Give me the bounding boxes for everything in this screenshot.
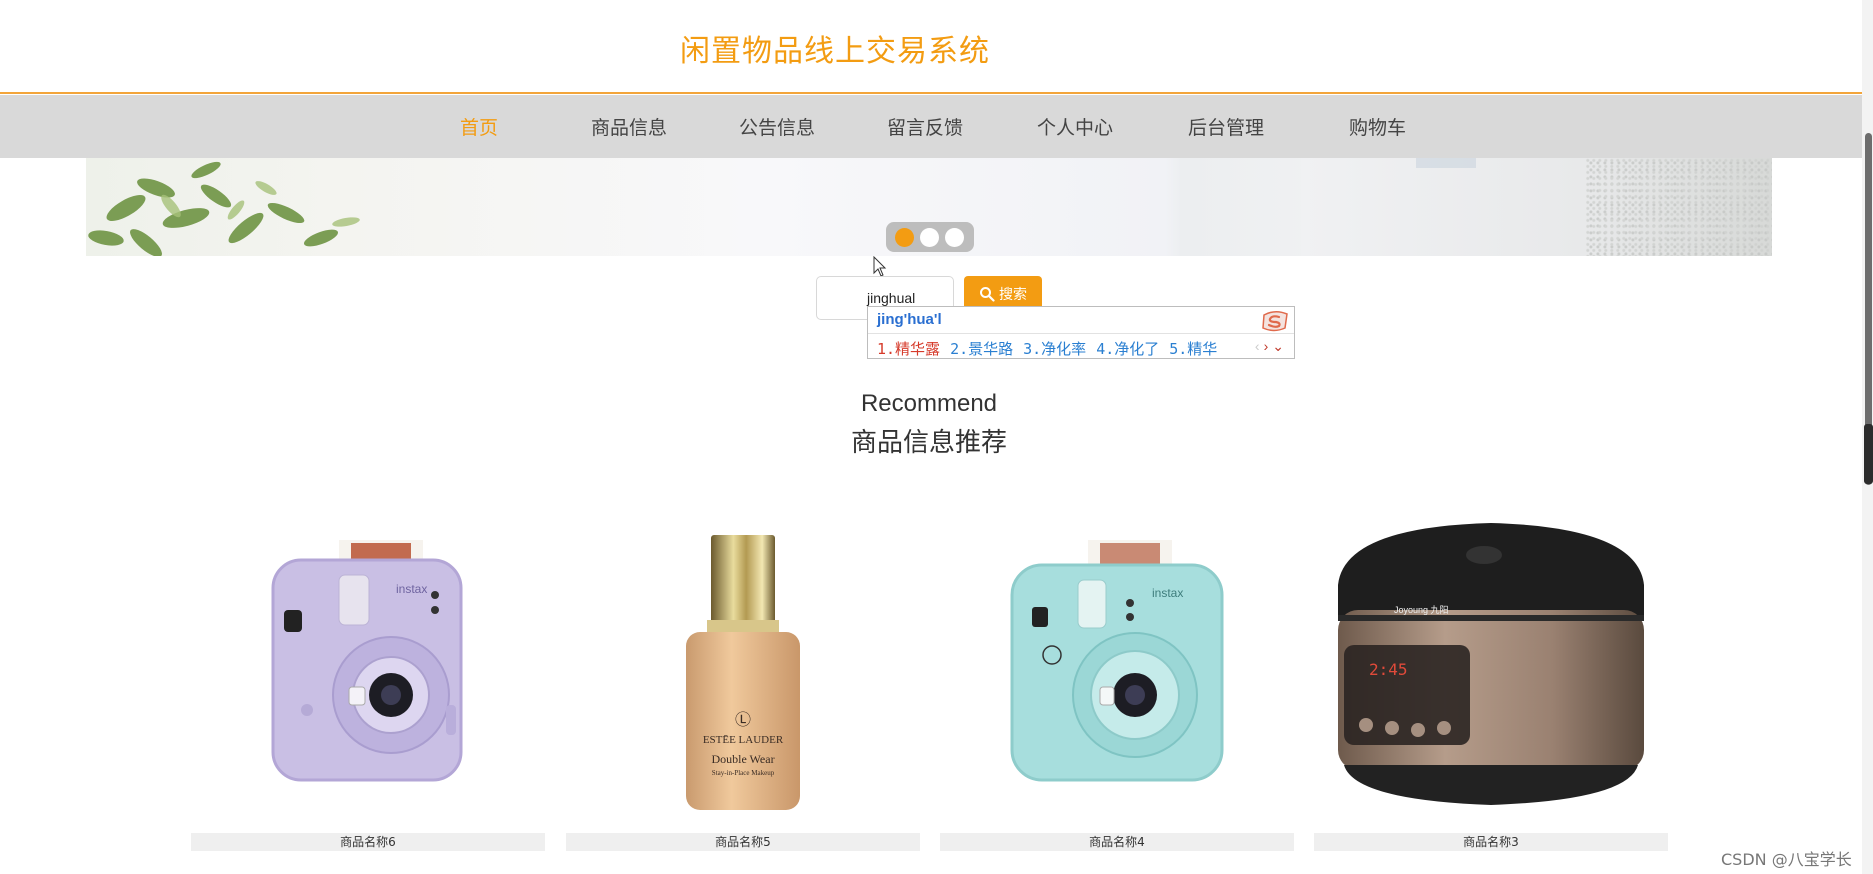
svg-text:Stay-in-Place Makeup: Stay-in-Place Makeup [712, 769, 775, 777]
recommend-title-cn: 商品信息推荐 [850, 428, 1007, 458]
ime-next-icon[interactable]: › [1264, 338, 1273, 354]
ime-pinyin: jing'hua'l [877, 311, 942, 328]
svg-text:instax: instax [396, 582, 427, 596]
ime-page-arrows: ‹›⌄ [1255, 338, 1288, 355]
watermark: CSDN @八宝学长 [1721, 850, 1852, 869]
svg-text:Double Wear: Double Wear [711, 752, 774, 766]
search-button-label: 搜索 [999, 287, 1027, 303]
product-image-rice-cooker[interactable]: Joyoung 九阳 2:45 [1314, 515, 1668, 830]
ime-candidate-list: 1.精华露 2.景华路 3.净化率 4.净化了 5.精华 [877, 338, 1227, 359]
ime-candidate[interactable]: 5.精华 [1169, 340, 1217, 358]
product-name[interactable]: 商品名称6 [191, 833, 545, 851]
sogou-icon[interactable] [1260, 309, 1290, 333]
ime-separator [868, 333, 1294, 334]
mouse-cursor-icon [873, 256, 887, 277]
carousel-dots [886, 222, 974, 252]
product-image-mint-camera[interactable]: instax [940, 515, 1294, 830]
nav-item-products[interactable]: 商品信息 [591, 113, 667, 140]
banner-texture [1586, 158, 1772, 256]
ime-expand-icon[interactable]: ⌄ [1272, 338, 1288, 354]
ime-candidate-popup: jing'hua'l 1.精华露 2.景华路 3.净化率 4.净化了 5.精华 ‹›⌄ [867, 306, 1295, 359]
product-card[interactable]: Joyoung 九阳 2:45 商品名称3 [1314, 515, 1668, 851]
product-card[interactable]: instax 商品名称4 [940, 515, 1294, 851]
recommend-title-en: Recommend [860, 390, 998, 417]
product-card[interactable]: instax 商品名称6 [191, 515, 545, 851]
main-nav: 首页 商品信息 公告信息 留言反馈 个人中心 后台管理 购物车 [0, 95, 1873, 158]
product-name[interactable]: 商品名称4 [940, 833, 1294, 851]
ime-prev-icon[interactable]: ‹ [1255, 338, 1264, 354]
product-name[interactable]: 商品名称3 [1314, 833, 1668, 851]
ime-candidate[interactable]: 4.净化了 [1096, 340, 1159, 358]
svg-text:Joyoung 九阳: Joyoung 九阳 [1394, 605, 1449, 615]
nav-item-profile[interactable]: 个人中心 [1037, 113, 1113, 140]
carousel-dot-1[interactable] [895, 228, 914, 247]
nav-item-admin[interactable]: 后台管理 [1188, 113, 1264, 140]
search-icon [980, 287, 995, 302]
svg-text:Ⓛ: Ⓛ [735, 711, 751, 729]
carousel-dot-3[interactable] [945, 228, 964, 247]
svg-text:2:45: 2:45 [1369, 660, 1408, 679]
product-image-foundation-bottle[interactable]: Ⓛ ESTĒE LAUDER Double Wear Stay-in-Place… [566, 515, 920, 830]
product-card[interactable]: Ⓛ ESTĒE LAUDER Double Wear Stay-in-Place… [566, 515, 920, 851]
nav-item-home[interactable]: 首页 [460, 113, 498, 140]
product-image-purple-camera[interactable]: instax [191, 515, 545, 830]
nav-item-cart[interactable]: 购物车 [1349, 113, 1406, 140]
ime-candidate[interactable]: 1.精华露 [877, 340, 940, 358]
product-name[interactable]: 商品名称5 [566, 833, 920, 851]
ime-candidate[interactable]: 3.净化率 [1023, 340, 1086, 358]
carousel-dot-2[interactable] [920, 228, 939, 247]
nav-item-announcements[interactable]: 公告信息 [739, 113, 815, 140]
ime-candidate[interactable]: 2.景华路 [950, 340, 1013, 358]
scrollbar-marker [1864, 424, 1873, 484]
site-title: 闲置物品线上交易系统 [680, 34, 990, 69]
svg-text:ESTĒE LAUDER: ESTĒE LAUDER [703, 734, 784, 746]
page: 闲置物品线上交易系统 首页 商品信息 公告信息 留言反馈 个人中心 后台管理 购… [0, 0, 1873, 874]
svg-text:instax: instax [1152, 586, 1183, 600]
nav-item-feedback[interactable]: 留言反馈 [887, 113, 963, 140]
banner-decor [1416, 158, 1476, 168]
header: 闲置物品线上交易系统 [0, 0, 1873, 94]
plant-image [88, 161, 360, 256]
